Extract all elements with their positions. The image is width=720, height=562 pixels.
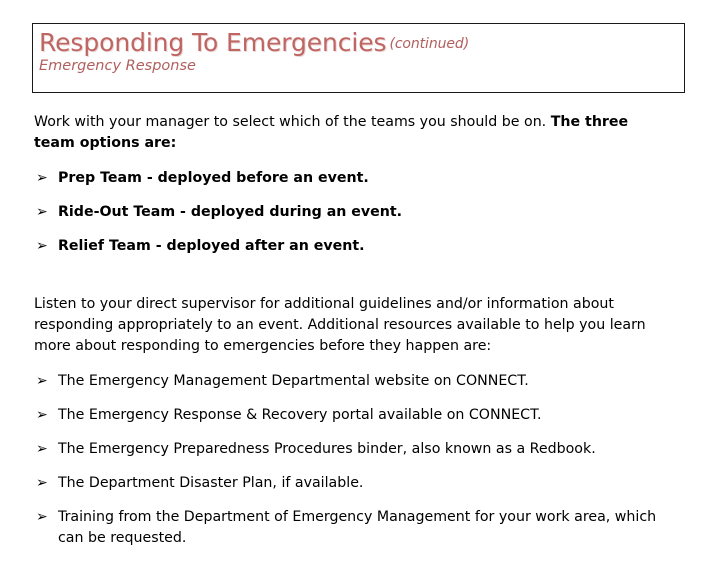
title-continued-label: (continued) [389,36,470,52]
list-item-label: The Emergency Preparedness Procedures bi… [58,441,596,457]
arrowhead-bullet-icon: ➢ [36,204,48,220]
list-item-label: Prep Team - deployed before an event. [58,170,369,186]
list-item-label: Relief Team - deployed after an event. [58,238,365,254]
arrowhead-bullet-icon: ➢ [36,238,48,254]
list-item: ➢ Training from the Department of Emerge… [34,507,686,549]
spacer-intro-to-teamlist [34,154,686,168]
list-item-label: The Department Disaster Plan, if availab… [58,475,364,491]
list-item: ➢ The Emergency Preparedness Procedures … [34,439,686,460]
team-options-list: ➢ Prep Team - deployed before an event. … [34,168,686,257]
arrowhead-bullet-icon: ➢ [36,373,48,389]
arrowhead-bullet-icon: ➢ [36,509,48,525]
list-item: ➢ Ride-Out Team - deployed during an eve… [34,202,686,223]
slide-content: Work with your manager to select which o… [34,112,686,562]
page-subtitle: Emergency Response [39,58,196,74]
list-item: ➢ Relief Team - deployed after an event. [34,236,686,257]
list-item-label: Ride-Out Team - deployed during an event… [58,204,403,220]
list-item: ➢ The Department Disaster Plan, if avail… [34,473,686,494]
resources-list: ➢ The Emergency Management Departmental … [34,371,686,549]
title-line: Responding To Emergencies (continued) [39,30,684,55]
arrowhead-bullet-icon: ➢ [36,170,48,186]
supervisor-paragraph: Listen to your direct supervisor for add… [34,296,646,354]
list-item: ➢ The Emergency Management Departmental … [34,371,686,392]
arrowhead-bullet-icon: ➢ [36,441,48,457]
intro-regular-text: Work with your manager to select which o… [34,114,551,130]
list-item-label: The Emergency Management Departmental we… [58,373,529,389]
list-item-label: Training from the Department of Emergenc… [58,509,657,546]
list-item: ➢ The Emergency Response & Recovery port… [34,405,686,426]
spacer-teamlist-to-listen [34,270,686,294]
list-item: ➢ Prep Team - deployed before an event. [34,168,686,189]
arrowhead-bullet-icon: ➢ [36,475,48,491]
intro-paragraph: Work with your manager to select which o… [34,112,654,154]
list-item-label: The Emergency Response & Recovery portal… [58,407,542,423]
slide-title-box: Responding To Emergencies (continued) Eme… [32,23,685,93]
spacer-listen-to-resources [34,357,686,371]
arrowhead-bullet-icon: ➢ [36,407,48,423]
page-title: Responding To Emergencies [39,28,387,57]
